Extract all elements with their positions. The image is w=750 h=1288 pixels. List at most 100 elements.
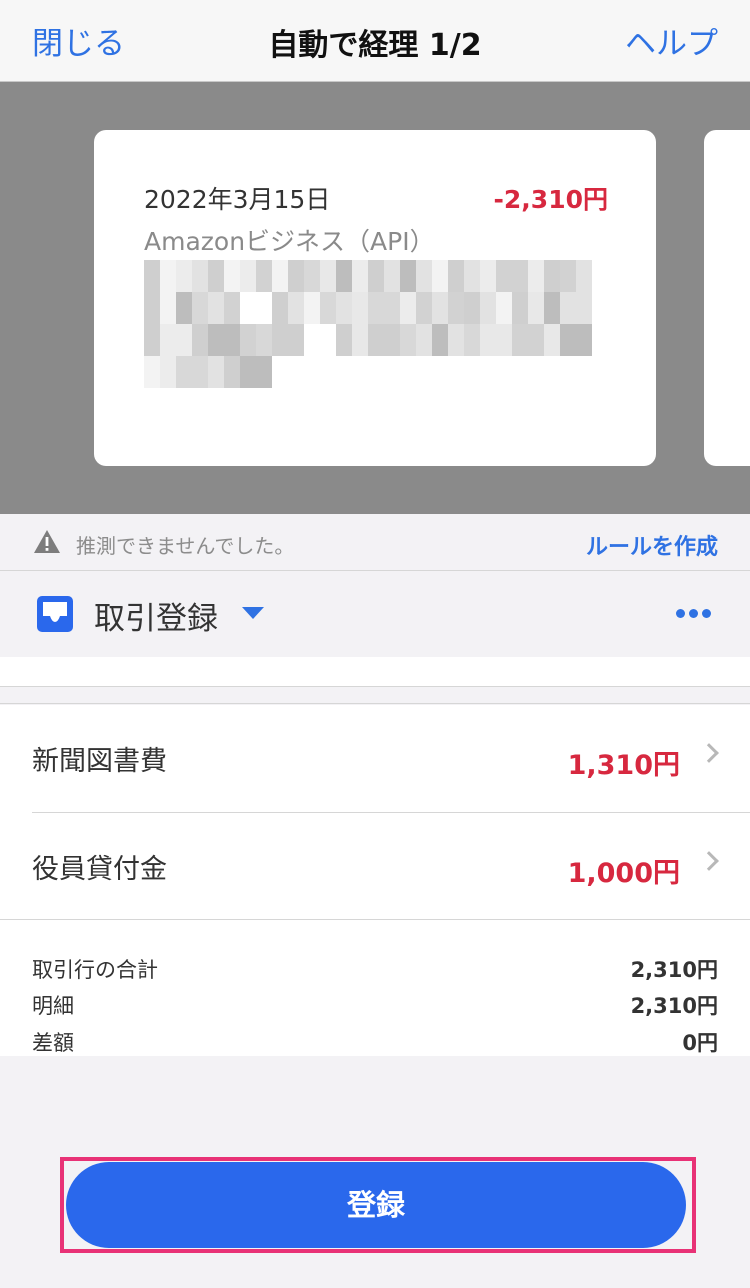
redaction-block — [240, 260, 256, 292]
redaction-block — [496, 292, 512, 324]
summary-row: 明細 2,310円 — [32, 990, 718, 1026]
redaction-block — [496, 324, 512, 356]
redaction-block — [176, 260, 192, 292]
transaction-date: 2022年3月15日 — [144, 185, 331, 214]
redaction-block — [304, 260, 320, 292]
redaction-block — [512, 324, 528, 356]
redaction-block — [224, 292, 240, 324]
redaction-block — [192, 292, 208, 324]
summary-value: 2,310円 — [630, 958, 718, 982]
redaction-block — [208, 324, 224, 356]
summary-label: 差額 — [32, 1031, 74, 1055]
redaction-block — [304, 292, 320, 324]
journal-lines: 新聞図書費 1,310円 役員貸付金 1,000円 — [0, 705, 750, 919]
redaction-block — [528, 260, 544, 292]
summary-label: 明細 — [32, 994, 74, 1018]
redaction-block — [256, 260, 272, 292]
redaction-block — [384, 292, 400, 324]
redaction-block — [368, 260, 384, 292]
redaction-block — [512, 292, 528, 324]
more-dots-icon[interactable] — [676, 609, 712, 619]
redaction-block — [480, 260, 496, 292]
redacted-description — [144, 260, 592, 388]
redaction-block — [416, 324, 432, 356]
redaction-block — [208, 292, 224, 324]
redaction-block — [144, 292, 160, 324]
redaction-block — [352, 292, 368, 324]
redaction-block — [352, 324, 368, 356]
redaction-block — [336, 324, 352, 356]
transaction-carousel[interactable]: 2022年3月15日 -2,310円 Amazonビジネス（API） — [0, 82, 750, 514]
redaction-block — [192, 324, 208, 356]
redaction-block — [368, 292, 384, 324]
redaction-block — [288, 292, 304, 324]
account-name: 新聞図書費 — [32, 746, 167, 777]
guess-status-bar: 推測できませんでした。 ルールを作成 — [0, 514, 750, 571]
redaction-block — [464, 260, 480, 292]
redaction-block — [320, 260, 336, 292]
redaction-block — [416, 260, 432, 292]
redaction-block — [144, 324, 160, 356]
redaction-block — [272, 292, 288, 324]
redaction-block — [176, 356, 192, 388]
redaction-block — [272, 260, 288, 292]
redaction-block — [272, 324, 288, 356]
redaction-block — [576, 292, 592, 324]
redaction-block — [464, 292, 480, 324]
redaction-block — [576, 260, 592, 292]
redaction-block — [400, 260, 416, 292]
redaction-block — [176, 292, 192, 324]
journal-line[interactable]: 新聞図書費 1,310円 — [0, 705, 750, 812]
redaction-block — [192, 260, 208, 292]
redaction-block — [224, 324, 240, 356]
redaction-block — [288, 260, 304, 292]
chevron-down-icon[interactable] — [242, 607, 264, 619]
redaction-block — [544, 324, 560, 356]
section-divider — [0, 688, 750, 704]
summary-value: 0円 — [682, 1031, 718, 1055]
redaction-block — [224, 260, 240, 292]
redaction-block — [432, 292, 448, 324]
redaction-block — [528, 324, 544, 356]
guess-status-message: 推測できませんでした。 — [76, 534, 295, 558]
redaction-block — [160, 260, 176, 292]
redaction-block — [240, 356, 256, 388]
redaction-block — [144, 356, 160, 388]
redaction-block — [448, 292, 464, 324]
redaction-block — [544, 260, 560, 292]
totals-summary: 取引行の合計 2,310円 明細 2,310円 差額 0円 — [0, 920, 750, 1056]
transaction-amount: -2,310円 — [493, 185, 608, 214]
transaction-merchant: Amazonビジネス（API） — [144, 227, 435, 256]
next-transaction-card[interactable] — [704, 130, 750, 466]
redaction-block — [560, 324, 576, 356]
summary-label: 取引行の合計 — [32, 958, 158, 982]
redaction-block — [256, 324, 272, 356]
inbox-icon — [37, 596, 73, 632]
journal-line[interactable]: 役員貸付金 1,000円 — [32, 812, 750, 919]
redaction-block — [368, 324, 384, 356]
redaction-block — [528, 292, 544, 324]
redaction-block — [400, 292, 416, 324]
redaction-block — [192, 356, 208, 388]
transaction-card[interactable]: 2022年3月15日 -2,310円 Amazonビジネス（API） — [94, 130, 656, 466]
redaction-block — [384, 260, 400, 292]
redaction-block — [336, 292, 352, 324]
register-button[interactable]: 登録 — [66, 1162, 686, 1248]
account-name: 役員貸付金 — [32, 854, 167, 885]
section-spacer — [0, 657, 750, 687]
help-button[interactable]: ヘルプ — [625, 18, 718, 63]
redaction-block — [352, 260, 368, 292]
redaction-block — [224, 356, 240, 388]
redaction-block — [320, 292, 336, 324]
redaction-block — [160, 292, 176, 324]
redaction-block — [160, 324, 176, 356]
chevron-right-icon — [699, 743, 719, 763]
redaction-block — [576, 324, 592, 356]
transaction-type-label[interactable]: 取引登録 — [94, 593, 218, 638]
redaction-block — [432, 260, 448, 292]
transaction-type-row: 取引登録 — [0, 571, 750, 657]
create-rule-link[interactable]: ルールを作成 — [586, 529, 718, 561]
redaction-block — [208, 356, 224, 388]
redaction-block — [544, 292, 560, 324]
redaction-block — [480, 324, 496, 356]
